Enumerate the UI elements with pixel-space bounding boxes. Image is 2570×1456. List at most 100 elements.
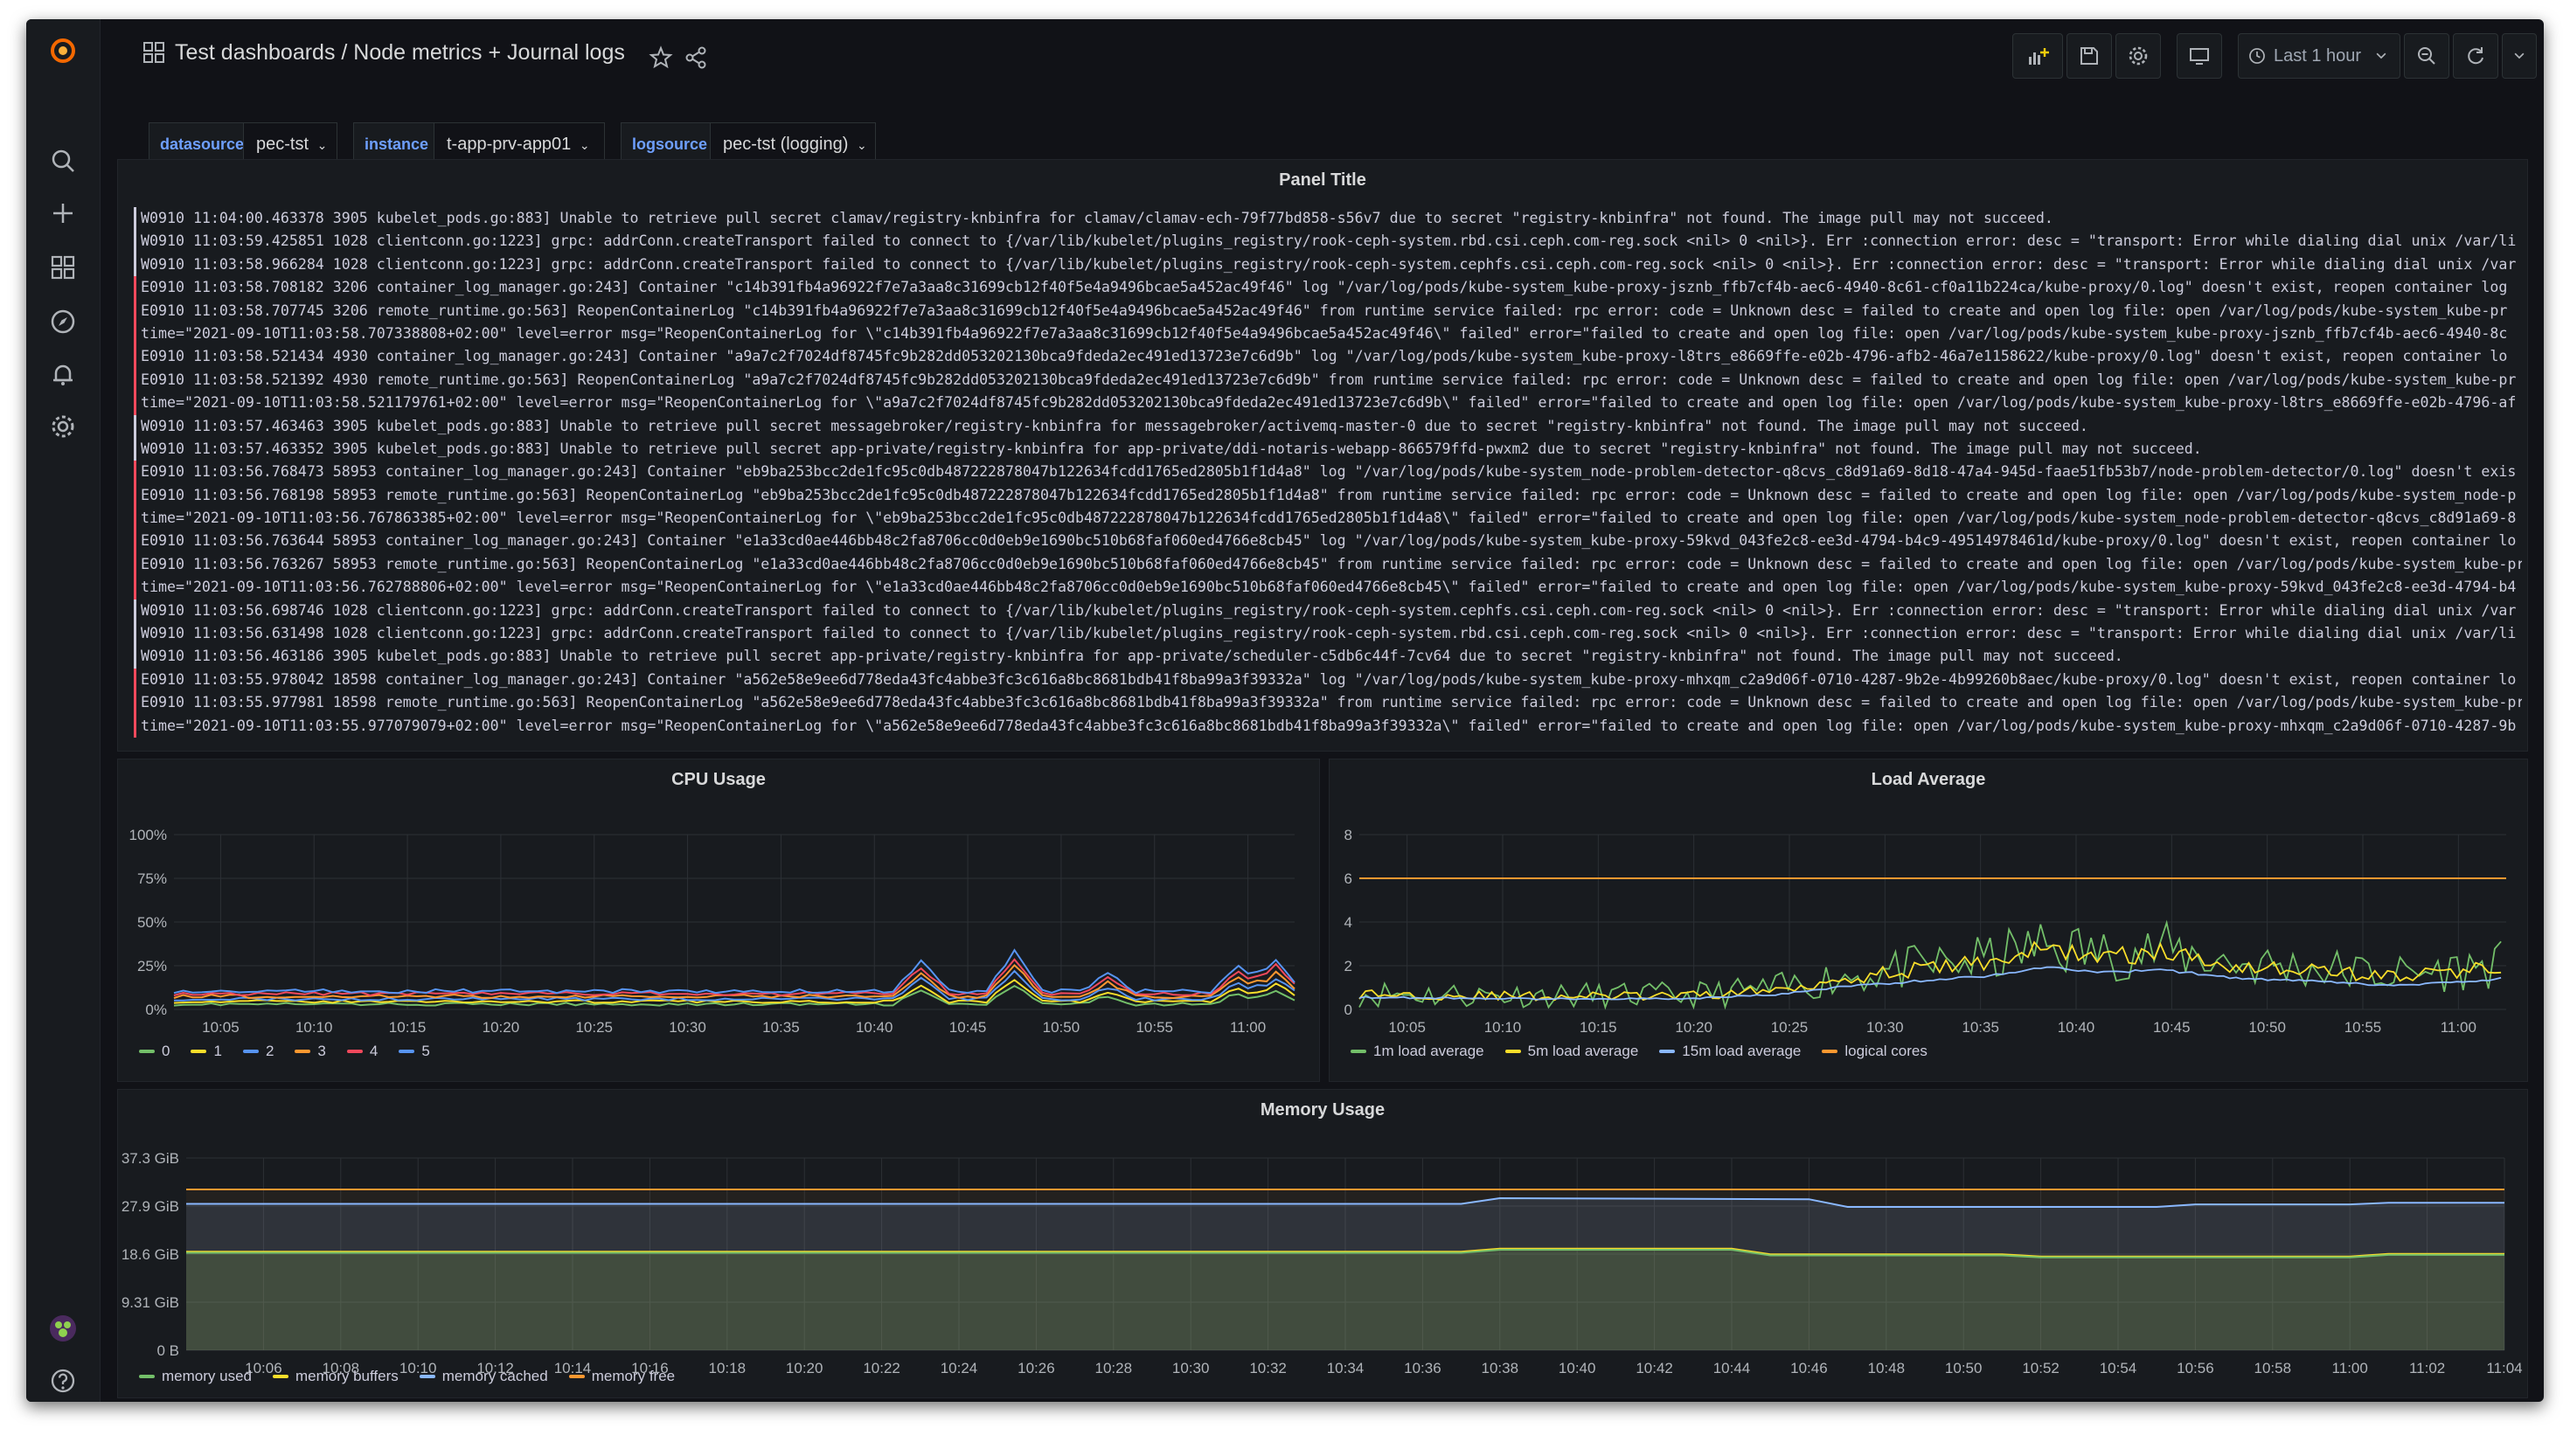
breadcrumb[interactable]: Test dashboards / Node metrics + Journal…: [175, 35, 625, 70]
dashboards-grid-icon[interactable]: [44, 248, 82, 287]
log-line[interactable]: time="2021-09-10T11:03:56.762788806+02:0…: [134, 576, 2522, 600]
variable-value: pec-tst: [256, 135, 309, 154]
legend-item[interactable]: memory buffers: [272, 1368, 399, 1385]
add-panel-button[interactable]: [2012, 33, 2063, 79]
time-range-picker[interactable]: Last 1 hour: [2238, 33, 2400, 79]
help-icon[interactable]: [44, 1362, 82, 1400]
cpu-usage-panel: CPU Usage 0% 25% 50% 75% 100% 10:05 10:10 10:15…: [117, 759, 1320, 1082]
cpu-usage-chart[interactable]: 0% 25% 50% 75% 100% 10:05 10:10 10:15 10:20 10:25…: [118, 759, 1320, 1082]
memory-usage-chart[interactable]: 0 B9.31 GiB18.6 GiB27.9 GiB37.3 GiB10:06…: [118, 1090, 2528, 1398]
log-line[interactable]: W0910 11:03:57.463463 3905 kubelet_pods.…: [134, 414, 2522, 438]
load-legend: 1m load average 5m load average 15m load a…: [1351, 1043, 1928, 1060]
log-line[interactable]: time="2021-09-10T11:03:55.977079079+02:0…: [134, 714, 2522, 738]
variable-select-logsource[interactable]: pec-tst (logging) ⌄: [710, 122, 876, 164]
bell-icon[interactable]: [44, 355, 82, 393]
legend-swatch: [346, 1050, 363, 1053]
log-line[interactable]: time="2021-09-10T11:03:58.707338808+02:0…: [134, 322, 2522, 346]
refresh-interval-dropdown[interactable]: [2502, 33, 2537, 79]
log-line[interactable]: time="2021-09-10T11:03:58.521179761+02:0…: [134, 392, 2522, 415]
legend-swatch: [272, 1375, 288, 1378]
legend-item[interactable]: 3: [295, 1043, 326, 1060]
legend-item[interactable]: 2: [242, 1043, 274, 1060]
log-line[interactable]: E0910 11:03:58.707745 3206 remote_runtim…: [134, 299, 2522, 322]
legend-item[interactable]: 5: [399, 1043, 430, 1060]
chevron-down-icon: [2376, 52, 2386, 59]
x-tick-label: 10:20: [483, 1019, 520, 1036]
log-line[interactable]: time="2021-09-10T11:03:56.767863385+02:0…: [134, 507, 2522, 530]
legend-item[interactable]: 4: [346, 1043, 378, 1060]
legend-label: 1: [213, 1043, 222, 1059]
zoom-out-button[interactable]: [2404, 33, 2449, 79]
grafana-logo-icon[interactable]: [44, 31, 82, 70]
variable-select-instance[interactable]: t-app-prv-app01 ⌄: [434, 122, 605, 164]
variable-label-instance: instance: [353, 122, 437, 164]
dashboard-settings-button[interactable]: [2115, 33, 2161, 79]
x-tick-label: 10:42: [1636, 1360, 1673, 1376]
log-line[interactable]: E0910 11:03:56.763644 58953 container_lo…: [134, 530, 2522, 553]
load-average-chart[interactable]: 0 2 4 6 8 10:05 10:10 10:15 10:20 10:25 10:30 10:35…: [1330, 759, 2528, 1082]
y-tick-label: 50%: [137, 914, 167, 931]
x-tick-label: 10:24: [941, 1360, 978, 1376]
x-tick-label: 10:50: [2248, 1019, 2286, 1036]
memory-legend: memory used memory buffers memory cached me…: [139, 1368, 675, 1385]
legend-label: 5m load average: [1527, 1043, 1639, 1059]
legend-label: memory buffers: [295, 1368, 399, 1384]
log-line[interactable]: E0910 11:03:56.768473 58953 container_lo…: [134, 461, 2522, 484]
x-tick-label: 10:55: [1136, 1019, 1173, 1036]
legend-item[interactable]: 15m load average: [1659, 1043, 1801, 1060]
legend-swatch: [399, 1050, 415, 1053]
legend-swatch: [1504, 1050, 1521, 1053]
legend-item[interactable]: memory used: [139, 1368, 252, 1385]
log-line[interactable]: W0910 11:03:59.425851 1028 clientconn.go…: [134, 230, 2522, 253]
log-line[interactable]: W0910 11:03:56.698746 1028 clientconn.go…: [134, 599, 2522, 623]
log-line[interactable]: W0910 11:04:00.463378 3905 kubelet_pods.…: [134, 207, 2522, 231]
x-tick-label: 10:52: [2022, 1360, 2059, 1376]
x-tick-label: 10:18: [709, 1360, 747, 1376]
legend-item[interactable]: 5m load average: [1504, 1043, 1639, 1060]
refresh-button[interactable]: [2453, 33, 2498, 79]
star-icon[interactable]: [649, 45, 673, 70]
log-line[interactable]: W0910 11:03:57.463352 3905 kubelet_pods.…: [134, 437, 2522, 461]
panel-title[interactable]: Panel Title: [118, 167, 2527, 193]
x-tick-label: 10:46: [1790, 1360, 1828, 1376]
load-average-panel: Load Average 0 2 4 6 8 10:05 10:10 10:15 10:20 10…: [1329, 759, 2528, 1082]
share-icon[interactable]: [684, 45, 708, 70]
legend-label: 2: [265, 1043, 274, 1059]
x-tick-label: 10:45: [949, 1019, 987, 1036]
save-icon: [2080, 47, 2098, 65]
log-line[interactable]: E0910 11:03:58.521434 4930 container_log…: [134, 345, 2522, 369]
compass-icon[interactable]: [44, 302, 82, 341]
memory-usage-panel: Memory Usage 0 B 9.31 GiB 18.6 GiB 27.9 GiB…: [117, 1089, 2528, 1398]
legend-item[interactable]: 1: [191, 1043, 222, 1060]
series-line-5[interactable]: [173, 948, 1295, 995]
log-line[interactable]: W0910 11:03:56.463186 3905 kubelet_pods.…: [134, 645, 2522, 669]
legend-item[interactable]: logical cores: [1822, 1043, 1928, 1060]
tv-mode-button[interactable]: [2177, 33, 2222, 79]
search-icon[interactable]: [44, 142, 82, 180]
log-line[interactable]: W0910 11:03:58.966284 1028 clientconn.go…: [134, 253, 2522, 277]
legend-label: memory cached: [441, 1368, 548, 1384]
log-line[interactable]: E0910 11:03:56.763267 58953 remote_runti…: [134, 552, 2522, 577]
plus-icon[interactable]: [44, 194, 82, 232]
log-line[interactable]: W0910 11:03:56.631498 1028 clientconn.go…: [134, 622, 2522, 646]
x-tick-label: 10:28: [1095, 1360, 1133, 1376]
log-line[interactable]: E0910 11:03:55.978042 18598 container_lo…: [134, 668, 2522, 692]
log-line[interactable]: E0910 11:03:58.708182 3206 container_log…: [134, 276, 2522, 300]
variable-select-datasource[interactable]: pec-tst ⌄: [243, 122, 337, 164]
gear-icon[interactable]: [44, 407, 82, 446]
log-line[interactable]: E0910 11:03:58.521392 4930 remote_runtim…: [134, 368, 2522, 392]
legend-item[interactable]: 1m load average: [1351, 1043, 1484, 1060]
legend-item[interactable]: memory free: [568, 1368, 675, 1385]
legend-item[interactable]: 0: [139, 1043, 170, 1060]
log-line[interactable]: E0910 11:03:55.977981 18598 remote_runti…: [134, 691, 2522, 715]
y-tick-label: 25%: [137, 958, 167, 974]
avatar[interactable]: [44, 1309, 82, 1348]
x-tick-label: 10:20: [786, 1360, 823, 1376]
x-tick-label: 11:04: [2486, 1360, 2522, 1376]
log-line[interactable]: E0910 11:03:56.768198 58953 remote_runti…: [134, 483, 2522, 508]
save-dashboard-button[interactable]: [2066, 33, 2112, 79]
y-tick-label: 75%: [137, 870, 167, 887]
x-tick-label: 10:55: [2344, 1019, 2382, 1036]
legend-item[interactable]: memory cached: [419, 1368, 548, 1385]
y-tick-label: 9.31 GiB: [122, 1294, 179, 1311]
